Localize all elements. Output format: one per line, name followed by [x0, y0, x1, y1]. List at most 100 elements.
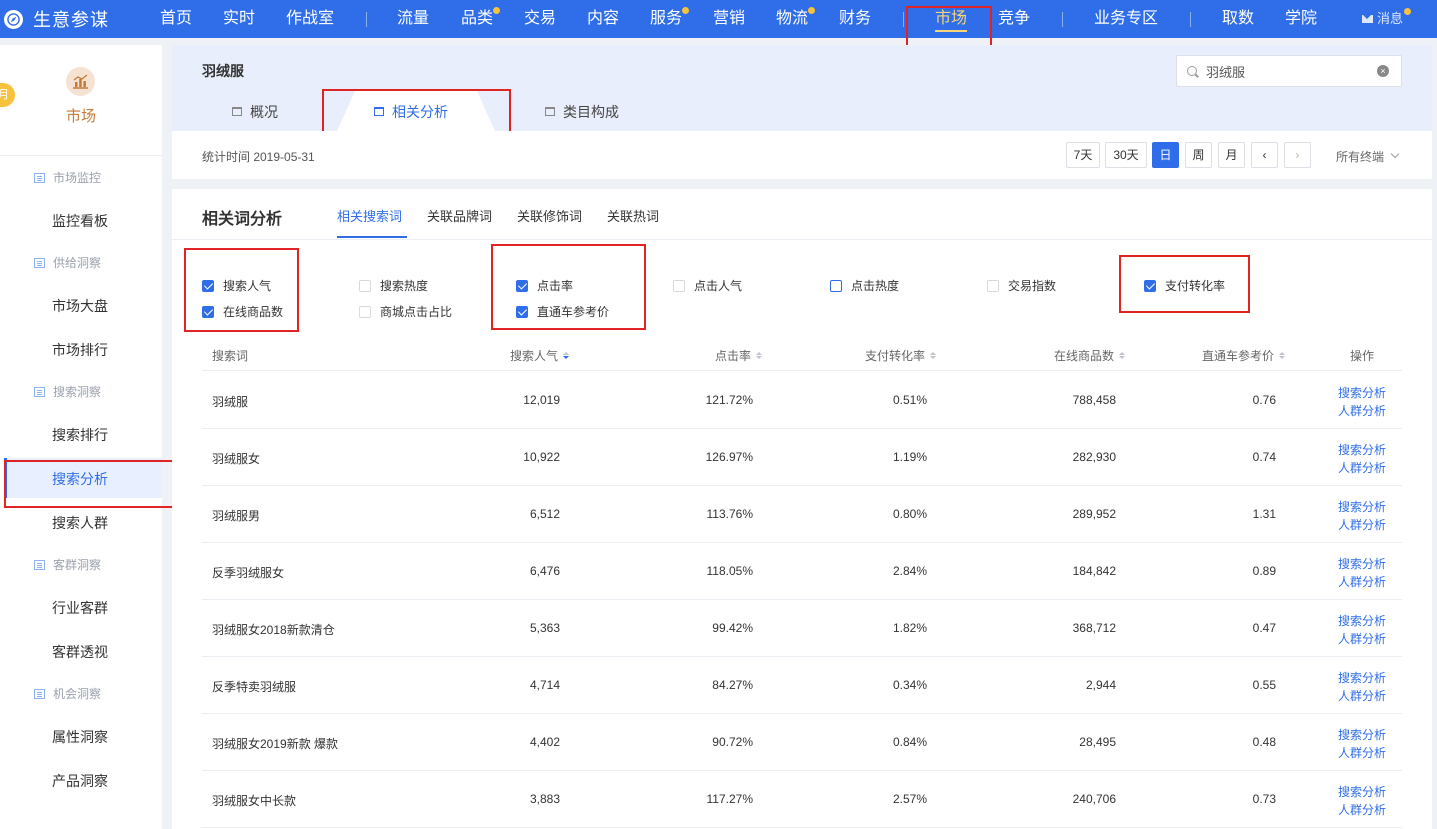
nav-traffic[interactable]: 流量	[397, 0, 429, 38]
range-month-button[interactable]: 月	[1218, 142, 1245, 168]
clear-icon[interactable]: ×	[1377, 65, 1389, 77]
search-icon	[1187, 66, 1197, 76]
next-date-button[interactable]: ›	[1284, 142, 1311, 168]
tab-related-brand[interactable]: 关联品牌词	[427, 206, 492, 225]
group-label: 供给洞察	[53, 256, 102, 270]
sidebar-item-market-overview[interactable]: 市场大盘	[52, 296, 108, 316]
nav-compete[interactable]: 竞争	[998, 0, 1030, 38]
tab-related-analysis[interactable]: 相关分析	[374, 94, 448, 131]
search-analysis-link[interactable]: 搜索分析	[1338, 669, 1386, 687]
nav-content[interactable]: 内容	[587, 0, 619, 38]
sidebar-item-search-people[interactable]: 搜索人群	[52, 513, 108, 533]
sort-icon	[1279, 352, 1286, 359]
nav-market[interactable]: 市场	[935, 0, 968, 38]
people-analysis-link[interactable]: 人群分析	[1338, 801, 1386, 819]
cell-pay-conv: 1.19%	[892, 450, 927, 464]
brand[interactable]: 生意参谋	[0, 0, 160, 38]
people-analysis-link[interactable]: 人群分析	[1338, 573, 1386, 591]
people-analysis-link[interactable]: 人群分析	[1338, 744, 1386, 762]
nav-category[interactable]: 品类	[461, 0, 501, 38]
message-button[interactable]: 消息	[1362, 0, 1412, 38]
search-analysis-link[interactable]: 搜索分析	[1338, 498, 1386, 516]
building-icon	[34, 257, 45, 268]
nav-service[interactable]: 服务	[650, 0, 690, 38]
metric-mall-click-checkbox[interactable]: 商城点击占比	[359, 303, 452, 320]
people-analysis-link[interactable]: 人群分析	[1338, 459, 1386, 477]
range-day-button[interactable]: 日	[1152, 142, 1179, 168]
tab-related-search[interactable]: 相关搜索词	[337, 206, 402, 225]
metric-ctr-checkbox[interactable]: 点击率	[516, 277, 573, 294]
search-analysis-link[interactable]: 搜索分析	[1338, 555, 1386, 573]
tab-category-composition[interactable]: 类目构成	[545, 94, 619, 131]
checkbox-icon	[359, 279, 371, 292]
row-actions: 搜索分析 人群分析	[1338, 726, 1386, 762]
nav-separator	[366, 12, 367, 27]
nav-logistics[interactable]: 物流	[776, 0, 816, 38]
building-icon	[34, 559, 45, 570]
metric-trade-index-checkbox[interactable]: 交易指数	[987, 277, 1056, 294]
nav-trade[interactable]: 交易	[524, 0, 556, 38]
range-7d-button[interactable]: 7天	[1066, 142, 1100, 168]
th-search-pop[interactable]: 搜索人气	[510, 347, 570, 364]
people-analysis-link[interactable]: 人群分析	[1338, 402, 1386, 420]
cell-online-goods: 184,842	[1072, 564, 1116, 578]
sidebar-title: 市场	[65, 108, 96, 125]
metric-click-pop-checkbox[interactable]: 点击人气	[673, 277, 742, 294]
search-input[interactable]: 羽绒服 ×	[1176, 55, 1402, 87]
nav-data[interactable]: 取数	[1222, 0, 1254, 38]
checkbox-label: 点击率	[537, 279, 574, 293]
tab-overview[interactable]: 概况	[232, 94, 278, 131]
tab-label: 类目构成	[563, 104, 619, 120]
metric-click-heat-checkbox[interactable]: 点击热度	[830, 277, 899, 294]
tab-related-hot[interactable]: 关联热词	[607, 206, 659, 225]
nav-academy[interactable]: 学院	[1285, 0, 1317, 38]
people-analysis-link[interactable]: 人群分析	[1338, 516, 1386, 534]
sidebar-item-monitor-board[interactable]: 监控看板	[52, 211, 108, 231]
search-analysis-link[interactable]: 搜索分析	[1338, 726, 1386, 744]
search-analysis-link[interactable]: 搜索分析	[1338, 783, 1386, 801]
search-analysis-link[interactable]: 搜索分析	[1338, 612, 1386, 630]
checkbox-icon	[516, 305, 528, 318]
range-week-button[interactable]: 周	[1185, 142, 1212, 168]
table-row: 羽绒服女 10,922 126.97% 1.19% 282,930 0.74 搜…	[202, 429, 1402, 486]
bag-icon	[232, 107, 242, 116]
sidebar-item-search-rank[interactable]: 搜索排行	[52, 425, 108, 445]
search-value[interactable]: 羽绒服	[1206, 62, 1377, 81]
checkbox-label: 商城点击占比	[380, 305, 453, 319]
nav-business[interactable]: 业务专区	[1094, 0, 1158, 38]
th-label: 直通车参考价	[1202, 349, 1275, 363]
checkbox-label: 点击人气	[694, 279, 743, 293]
metric-search-heat-checkbox[interactable]: 搜索热度	[359, 277, 428, 294]
checkbox-label: 搜索热度	[380, 279, 429, 293]
metric-ztc-price-checkbox[interactable]: 直通车参考价	[516, 303, 609, 320]
prev-date-button[interactable]: ‹	[1251, 142, 1278, 168]
tab-related-modifier[interactable]: 关联修饰词	[517, 206, 582, 225]
nav-finance[interactable]: 财务	[839, 0, 871, 38]
nav-realtime[interactable]: 实时	[223, 0, 255, 38]
period-tag[interactable]: 月	[0, 83, 15, 107]
people-analysis-link[interactable]: 人群分析	[1338, 630, 1386, 648]
th-action: 操作	[1350, 349, 1375, 363]
search-analysis-link[interactable]: 搜索分析	[1338, 384, 1386, 402]
group-market-monitor: 市场监控	[34, 169, 101, 186]
th-ztc-price[interactable]: 直通车参考价	[1202, 347, 1286, 364]
nav-home[interactable]: 首页	[160, 0, 192, 38]
metric-pay-conv-checkbox[interactable]: 支付转化率	[1144, 277, 1225, 294]
sidebar-item-attribute[interactable]: 属性洞察	[52, 727, 108, 747]
search-analysis-link[interactable]: 搜索分析	[1338, 441, 1386, 459]
th-pay-conv[interactable]: 支付转化率	[865, 347, 937, 364]
sidebar-item-customer-view[interactable]: 客群透视	[52, 642, 108, 662]
sidebar-item-search-analysis[interactable]: 搜索分析	[52, 469, 108, 489]
sidebar-item-market-rank[interactable]: 市场排行	[52, 340, 108, 360]
sidebar-item-industry-customer[interactable]: 行业客群	[52, 598, 108, 618]
metric-online-goods-checkbox[interactable]: 在线商品数	[202, 303, 283, 320]
sidebar-item-product[interactable]: 产品洞察	[52, 771, 108, 791]
th-ctr[interactable]: 点击率	[715, 347, 763, 364]
metric-search-pop-checkbox[interactable]: 搜索人气	[202, 277, 271, 294]
nav-warroom[interactable]: 作战室	[286, 0, 334, 38]
nav-marketing[interactable]: 营销	[713, 0, 745, 38]
people-analysis-link[interactable]: 人群分析	[1338, 687, 1386, 705]
terminal-select[interactable]: 所有终端	[1336, 148, 1400, 165]
range-30d-button[interactable]: 30天	[1105, 142, 1147, 168]
th-online-goods[interactable]: 在线商品数	[1054, 347, 1126, 364]
